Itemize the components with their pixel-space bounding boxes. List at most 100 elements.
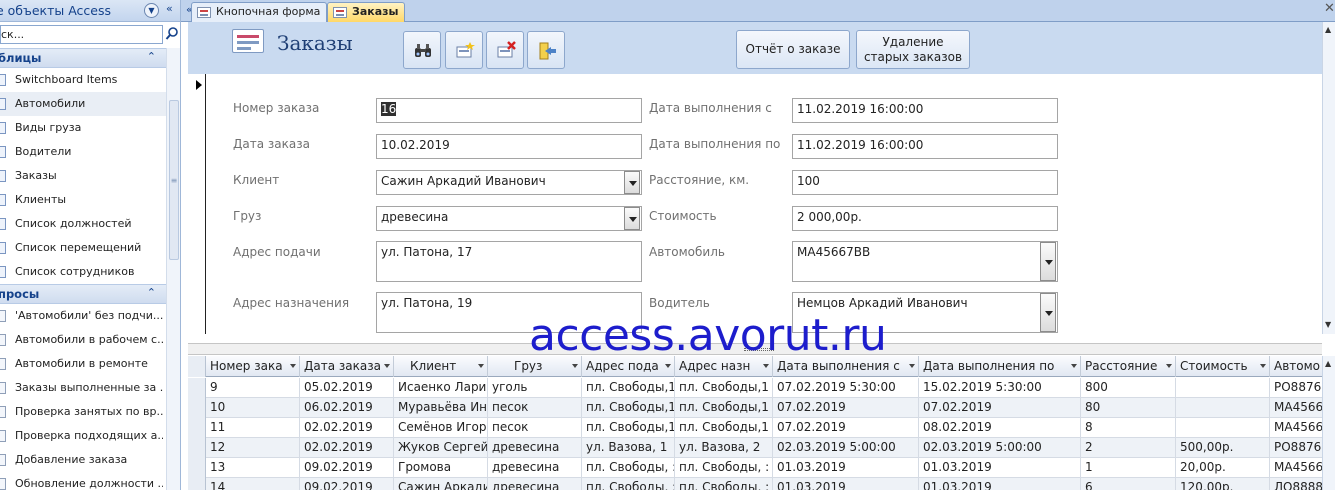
table-cell[interactable]: Исаенко Лари bbox=[394, 378, 488, 398]
table-cell[interactable]: 12 bbox=[206, 438, 300, 458]
table-cell[interactable]: пл. Свободы, : bbox=[582, 478, 675, 490]
table-cell[interactable]: песок bbox=[488, 398, 582, 418]
nav-item-query[interactable]: Проверка подходящих а... bbox=[0, 424, 166, 448]
column-header[interactable]: Стоимость bbox=[1176, 356, 1270, 377]
delete-old-orders-button[interactable]: Удаление старых заказов bbox=[856, 30, 970, 69]
table-cell[interactable] bbox=[1176, 378, 1270, 398]
nav-item-query[interactable]: Автомобили в рабочем с... bbox=[0, 328, 166, 352]
table-cell[interactable]: 1 bbox=[1081, 458, 1176, 478]
table-cell[interactable]: 01.03.2019 bbox=[773, 458, 919, 478]
table-cell[interactable]: 2 bbox=[1081, 438, 1176, 458]
cargo-dropdown-button[interactable] bbox=[624, 207, 640, 230]
table-cell[interactable]: 02.02.2019 bbox=[300, 438, 394, 458]
record-selector[interactable] bbox=[188, 378, 206, 398]
table-cell[interactable]: 05.02.2019 bbox=[300, 378, 394, 398]
table-cell[interactable]: 9 bbox=[206, 378, 300, 398]
table-cell[interactable] bbox=[1176, 398, 1270, 418]
table-cell[interactable]: пл. Свободы, : bbox=[582, 458, 675, 478]
column-header[interactable]: Дата заказа bbox=[300, 356, 394, 377]
select-all-cell[interactable] bbox=[188, 356, 206, 377]
record-selector[interactable] bbox=[188, 74, 206, 334]
new-record-button[interactable] bbox=[445, 31, 483, 69]
nav-item-table[interactable]: Список должностей bbox=[0, 212, 166, 236]
nav-group-tables[interactable]: блицы ⌃ bbox=[0, 48, 166, 68]
nav-item-table[interactable]: Список сотрудников bbox=[0, 260, 166, 284]
done-to-field[interactable]: 11.02.2019 16:00:00 bbox=[792, 134, 1058, 159]
table-cell[interactable]: 07.02.2019 bbox=[773, 398, 919, 418]
distance-field[interactable]: 100 bbox=[792, 170, 1058, 195]
table-cell[interactable]: пл. Свободы,1 bbox=[582, 378, 675, 398]
nav-item-query[interactable]: Добавление заказа bbox=[0, 448, 166, 472]
nav-item-table[interactable]: Заказы bbox=[0, 164, 166, 188]
nav-item-query[interactable]: 'Автомобили' без подчи... bbox=[0, 304, 166, 328]
table-row[interactable]: 12 02.02.2019 Жуков Сергей древесина ул. Ваз… bbox=[188, 438, 1322, 458]
table-cell[interactable]: 02.02.2019 bbox=[300, 418, 394, 438]
table-cell[interactable]: ЛО8888 bbox=[1270, 478, 1322, 490]
table-cell[interactable]: 8 bbox=[1081, 418, 1176, 438]
table-cell[interactable]: 15.02.2019 5:30:00 bbox=[919, 378, 1081, 398]
table-cell[interactable]: РО88766 bbox=[1270, 438, 1322, 458]
cargo-combo[interactable]: древесина bbox=[376, 206, 642, 231]
navigation-pane-title[interactable]: е объекты Access bbox=[0, 3, 111, 18]
table-cell[interactable]: пл. Свободы,1 bbox=[675, 418, 773, 438]
column-header[interactable]: Номер зака bbox=[206, 356, 300, 377]
table-cell[interactable]: Семёнов Игор bbox=[394, 418, 488, 438]
table-cell[interactable]: древесина bbox=[488, 478, 582, 490]
nav-item-query[interactable]: Обновление должности ... bbox=[0, 472, 166, 490]
find-record-button[interactable] bbox=[403, 31, 441, 69]
record-selector[interactable] bbox=[188, 478, 206, 490]
table-cell[interactable]: пл. Свободы,1 bbox=[675, 398, 773, 418]
table-cell[interactable]: 02.03.2019 5:00:00 bbox=[773, 438, 919, 458]
search-icon[interactable] bbox=[165, 26, 179, 42]
table-cell[interactable]: Сажин Аркадий bbox=[394, 478, 488, 490]
table-cell[interactable]: 01.03.2019 bbox=[919, 458, 1081, 478]
column-header[interactable]: Клиент bbox=[394, 356, 488, 377]
table-cell[interactable]: песок bbox=[488, 418, 582, 438]
table-cell[interactable]: 01.03.2019 bbox=[919, 478, 1081, 490]
cost-field[interactable]: 2 000,00р. bbox=[792, 206, 1058, 231]
table-row[interactable]: 11 02.02.2019 Семёнов Игор песок пл. Свободы… bbox=[188, 418, 1322, 438]
table-cell[interactable]: 14 bbox=[206, 478, 300, 490]
scroll-down-icon[interactable]: ▼ bbox=[1325, 320, 1331, 329]
table-cell[interactable]: 01.03.2019 bbox=[773, 478, 919, 490]
table-cell[interactable]: пл. Свободы,1 bbox=[582, 418, 675, 438]
table-cell[interactable]: пл. Свободы, : bbox=[675, 458, 773, 478]
shutter-bar-close-icon[interactable]: « bbox=[166, 2, 173, 15]
table-cell[interactable]: пл. Свободы, : bbox=[675, 478, 773, 490]
table-cell[interactable]: Муравьёва Ин bbox=[394, 398, 488, 418]
nav-group-queries[interactable]: просы ⌃ bbox=[0, 284, 166, 304]
table-cell[interactable]: 11 bbox=[206, 418, 300, 438]
table-cell[interactable]: уголь bbox=[488, 378, 582, 398]
tab-orders-form[interactable]: Заказы bbox=[327, 2, 406, 22]
record-selector[interactable] bbox=[188, 458, 206, 478]
chevron-up-icon[interactable]: ⌃ bbox=[147, 50, 156, 63]
scrollbar-thumb[interactable]: ≡ bbox=[169, 100, 179, 260]
table-cell[interactable]: 120,00р. bbox=[1176, 478, 1270, 490]
table-cell[interactable]: МА4566 bbox=[1270, 458, 1322, 478]
table-cell[interactable]: 500,00р. bbox=[1176, 438, 1270, 458]
tab-switchboard-form[interactable]: Кнопочная форма bbox=[191, 2, 328, 22]
chevron-down-icon[interactable]: ▼ bbox=[144, 3, 159, 18]
table-cell[interactable]: 07.02.2019 bbox=[773, 418, 919, 438]
record-selector[interactable] bbox=[188, 398, 206, 418]
table-cell[interactable]: ул. Вазова, 1 bbox=[582, 438, 675, 458]
table-cell[interactable] bbox=[1176, 418, 1270, 438]
scroll-up-icon[interactable]: ▲ bbox=[1325, 359, 1331, 368]
table-cell[interactable]: 06.02.2019 bbox=[300, 398, 394, 418]
table-cell[interactable]: ул. Вазова, 2 bbox=[675, 438, 773, 458]
table-cell[interactable]: 20,00р. bbox=[1176, 458, 1270, 478]
order-number-field[interactable]: 16 bbox=[376, 98, 642, 123]
form-vertical-scrollbar[interactable]: ▲ ▼ bbox=[1322, 22, 1335, 334]
table-cell[interactable]: 13 bbox=[206, 458, 300, 478]
nav-item-table[interactable]: Список перемещений bbox=[0, 236, 166, 260]
table-cell[interactable]: 800 bbox=[1081, 378, 1176, 398]
table-cell[interactable]: древесина bbox=[488, 438, 582, 458]
nav-item-table[interactable]: Автомобили bbox=[0, 92, 166, 116]
navigation-search-input[interactable]: ск... bbox=[0, 25, 163, 44]
nav-item-table[interactable]: Водители bbox=[0, 140, 166, 164]
table-cell[interactable]: пл. Свободы,1 bbox=[582, 398, 675, 418]
table-cell[interactable]: РО88766 bbox=[1270, 378, 1322, 398]
column-header[interactable]: Расстояние bbox=[1081, 356, 1176, 377]
order-date-field[interactable]: 10.02.2019 bbox=[376, 134, 642, 159]
driver-dropdown-button[interactable] bbox=[1040, 293, 1056, 332]
